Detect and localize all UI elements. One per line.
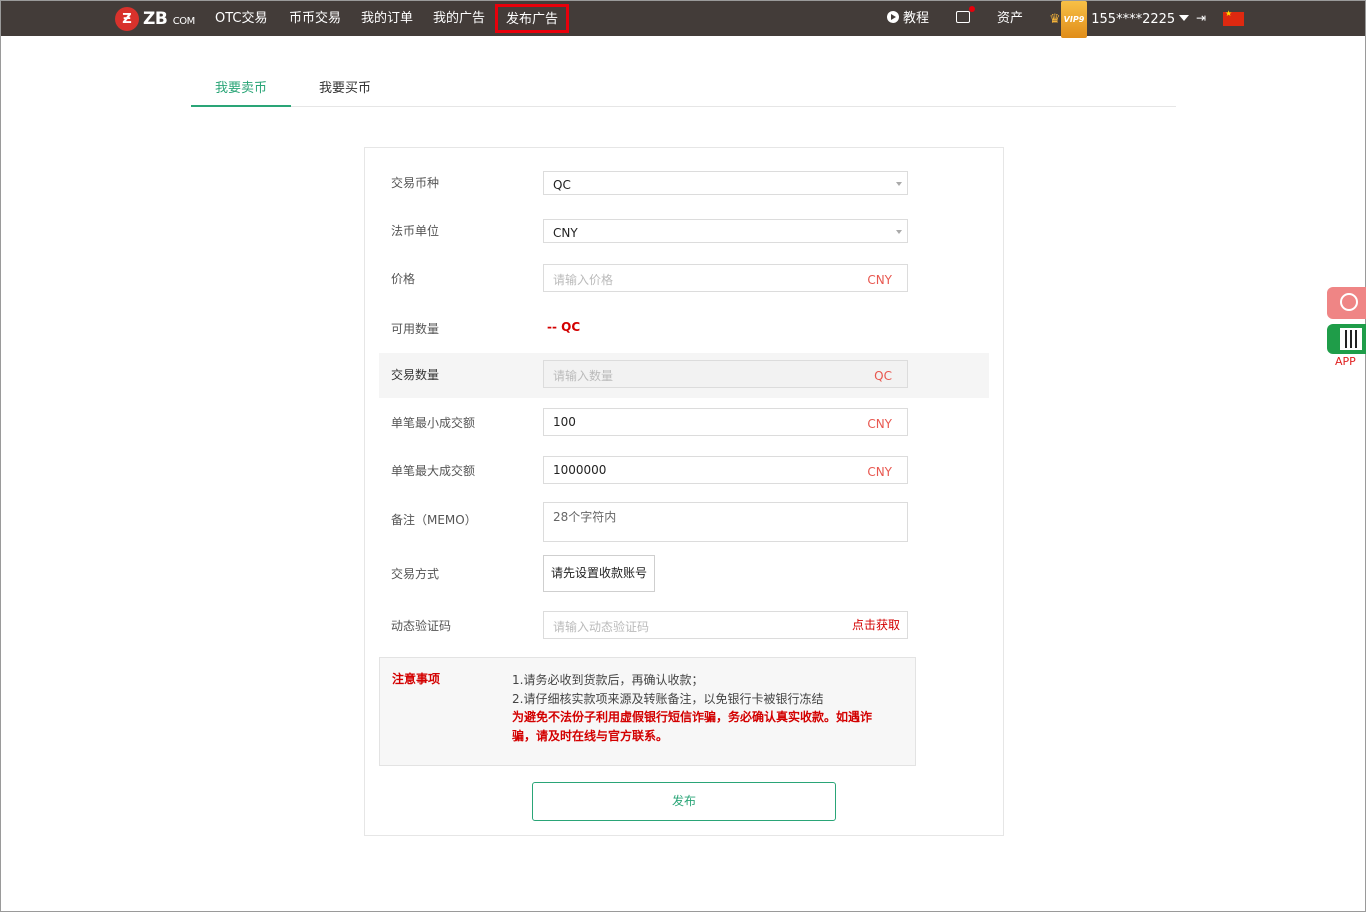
tutorial-label: 教程: [903, 11, 930, 26]
nav-otc-trade[interactable]: OTC交易: [215, 1, 268, 36]
max-amount-unit: CNY: [867, 465, 892, 479]
logout-icon: ⇥: [1196, 11, 1207, 25]
get-otp-link[interactable]: 点击获取: [852, 616, 900, 633]
nav-coin-trade[interactable]: 币币交易: [289, 1, 341, 36]
notice-line-2: 2.请仔细核实款项来源及转账备注，以免银行卡被银行冻结: [512, 692, 824, 706]
logo-icon: Ƶ: [115, 7, 139, 31]
trade-tabs: 我要卖币 我要买币: [191, 71, 1176, 107]
memo-placeholder: 28个字符内: [553, 510, 617, 524]
otp-placeholder: 请输入动态验证码: [553, 620, 650, 634]
fiat-label: 法币单位: [391, 224, 440, 238]
publish-button[interactable]: 发布: [532, 782, 836, 821]
customer-service-button[interactable]: [1327, 287, 1366, 319]
chevron-down-icon: [896, 182, 902, 186]
assets-link[interactable]: 资产: [997, 1, 1023, 36]
qr-code-icon: [1340, 328, 1362, 350]
memo-label: 备注（MEMO）: [391, 513, 477, 527]
nav-my-orders[interactable]: 我的订单: [361, 1, 413, 36]
max-amount-label: 单笔最大成交额: [391, 464, 476, 478]
amount-placeholder: 请输入数量: [553, 369, 614, 383]
max-amount-value: 1000000: [553, 463, 607, 477]
vip-badge: VIP9: [1060, 1, 1088, 38]
coin-label: 交易币种: [391, 176, 440, 190]
memo-textarea[interactable]: 28个字符内: [543, 502, 908, 542]
price-unit: CNY: [867, 273, 892, 287]
message-icon: [956, 6, 975, 23]
price-input[interactable]: 请输入价格 CNY: [543, 264, 908, 292]
available-label: 可用数量: [391, 322, 440, 336]
price-label: 价格: [391, 272, 416, 286]
top-nav-bar: Ƶ ZB COM OTC交易 币币交易 我的订单 我的广告 发布广告 教程 资产…: [1, 1, 1365, 38]
caret-down-icon: [1179, 15, 1190, 21]
china-flag-icon[interactable]: [1223, 9, 1244, 26]
min-amount-unit: CNY: [867, 417, 892, 431]
play-icon: [887, 11, 899, 23]
coin-select[interactable]: QC: [543, 171, 908, 195]
notice-box: 注意事项 1.请务必收到货款后，再确认收款； 2.请仔细核实款项来源及转账备注，…: [379, 657, 916, 766]
user-menu[interactable]: ♛ VIP9 155****2225: [1049, 1, 1190, 38]
crown-icon: ♛: [1049, 12, 1061, 27]
tab-buy[interactable]: 我要买币: [295, 71, 395, 107]
customer-service-icon: [1340, 293, 1358, 311]
chevron-down-icon: [896, 230, 902, 234]
amount-label: 交易数量: [391, 368, 440, 382]
available-value: -- QC: [547, 320, 581, 334]
logo-text: ZB: [143, 9, 168, 29]
max-amount-input[interactable]: 1000000 CNY: [543, 456, 908, 484]
zb-logo[interactable]: Ƶ ZB COM: [115, 7, 195, 31]
notice-line-1: 1.请务必收到货款后，再确认收款；: [512, 673, 704, 687]
notice-title: 注意事项: [392, 672, 441, 686]
messages-button[interactable]: [956, 1, 975, 36]
min-amount-label: 单笔最小成交额: [391, 416, 476, 430]
min-amount-input[interactable]: 100 CNY: [543, 408, 908, 436]
tab-sell[interactable]: 我要卖币: [191, 71, 291, 107]
min-amount-value: 100: [553, 415, 576, 429]
user-phone: 155****2225: [1091, 12, 1176, 27]
set-payment-account-button[interactable]: 请先设置收款账号: [543, 555, 655, 592]
coin-value: QC: [553, 178, 571, 192]
pay-method-label: 交易方式: [391, 567, 440, 581]
logout-button[interactable]: ⇥: [1196, 1, 1206, 36]
logo-suffix: COM: [172, 16, 195, 27]
app-qr-button[interactable]: [1327, 324, 1366, 354]
amount-unit: QC: [874, 369, 892, 383]
app-label[interactable]: APP: [1335, 355, 1356, 368]
fiat-select[interactable]: CNY: [543, 219, 908, 243]
fiat-value: CNY: [553, 226, 578, 240]
notification-dot: [969, 6, 975, 12]
tutorial-link[interactable]: 教程: [887, 1, 929, 36]
nav-my-ads[interactable]: 我的广告: [433, 1, 485, 36]
notice-warning: 为避免不法份子利用虚假银行短信诈骗，务必确认真实收款。如遇诈骗，请及时在线与官方…: [512, 710, 873, 743]
price-placeholder: 请输入价格: [553, 273, 614, 287]
nav-post-ad[interactable]: 发布广告: [495, 4, 570, 33]
amount-input[interactable]: 请输入数量 QC: [543, 360, 908, 388]
otp-label: 动态验证码: [391, 619, 452, 633]
